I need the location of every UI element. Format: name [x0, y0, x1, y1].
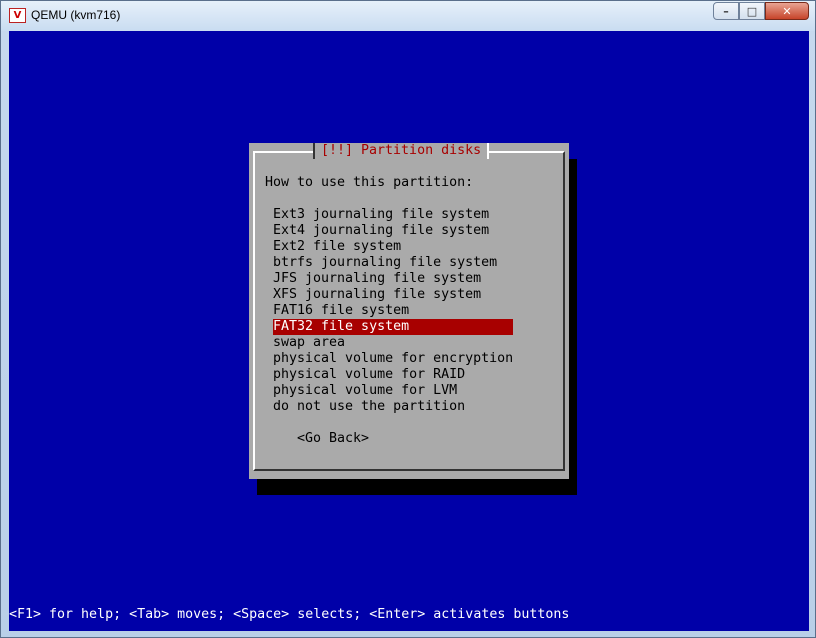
- option-item[interactable]: do not use the partition: [273, 399, 513, 415]
- option-item[interactable]: FAT16 file system: [273, 303, 513, 319]
- option-item[interactable]: Ext4 journaling file system: [273, 223, 513, 239]
- close-button[interactable]: ✕: [765, 2, 809, 20]
- go-back-button[interactable]: <Go Back>: [297, 431, 369, 447]
- option-item[interactable]: Ext3 journaling file system: [273, 207, 513, 223]
- dialog-prompt: How to use this partition:: [265, 175, 474, 190]
- option-item[interactable]: physical volume for RAID: [273, 367, 513, 383]
- option-item[interactable]: JFS journaling file system: [273, 271, 513, 287]
- option-item[interactable]: XFS journaling file system: [273, 287, 513, 303]
- option-item[interactable]: FAT32 file system: [273, 319, 513, 335]
- window-titlebar[interactable]: V QEMU (kvm716) – □ ✕: [1, 1, 815, 31]
- maximize-button[interactable]: □: [739, 2, 765, 20]
- minimize-button[interactable]: –: [713, 2, 739, 20]
- window-title: QEMU (kvm716): [31, 8, 121, 22]
- option-item[interactable]: Ext2 file system: [273, 239, 513, 255]
- option-item[interactable]: physical volume for encryption: [273, 351, 513, 367]
- qemu-app-icon[interactable]: V: [9, 8, 26, 23]
- window-caption-buttons: – □ ✕: [713, 2, 809, 22]
- partition-use-options: Ext3 journaling file system Ext4 journali…: [273, 207, 513, 415]
- option-item[interactable]: btrfs journaling file system: [273, 255, 513, 271]
- option-item[interactable]: physical volume for LVM: [273, 383, 513, 399]
- dialog-title: [!!] Partition disks: [313, 143, 490, 159]
- vm-console-screen[interactable]: [!!] Partition disks How to use this par…: [9, 31, 809, 631]
- option-item[interactable]: swap area: [273, 335, 513, 351]
- qemu-window: V QEMU (kvm716) – □ ✕ [!!] Partition dis…: [0, 0, 816, 638]
- partition-dialog: [!!] Partition disks How to use this par…: [249, 143, 569, 479]
- help-line: <F1> for help; <Tab> moves; <Space> sele…: [9, 607, 570, 622]
